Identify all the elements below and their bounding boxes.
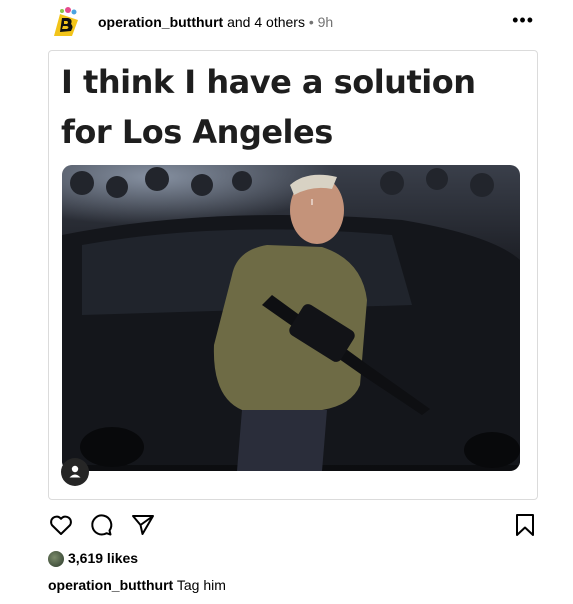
meme-photo (62, 165, 520, 471)
likes-count[interactable]: 3,619 likes (68, 550, 138, 566)
heart-icon[interactable] (48, 512, 74, 538)
meme-line-2: for Los Angeles (61, 113, 333, 151)
bookmark-icon[interactable] (512, 512, 538, 538)
caption-text: Tag him (176, 577, 226, 593)
tagged-people-button[interactable] (61, 458, 89, 486)
caption-username[interactable]: operation_butthurt (48, 577, 173, 593)
post-header: operation_butthurt and 4 others • 9h ••• (48, 0, 538, 44)
separator-dot: • (308, 14, 314, 30)
comment-icon[interactable] (88, 512, 114, 538)
author-username[interactable]: operation_butthurt (98, 14, 223, 30)
post-caption: operation_butthurt Tag him (48, 577, 226, 593)
post-time: 9h (317, 14, 334, 30)
liker-avatar (48, 551, 64, 567)
action-bar (48, 512, 538, 538)
person-icon (69, 465, 81, 478)
header-text: operation_butthurt and 4 others • 9h (98, 14, 333, 30)
send-icon[interactable] (130, 512, 156, 538)
b-logo-avatar-icon[interactable] (48, 6, 84, 38)
post-media[interactable]: I think I have a solution for Los Angele… (48, 50, 538, 500)
meme-line-1: I think I have a solution (61, 63, 476, 101)
coauthors-link[interactable]: and 4 others (227, 14, 305, 30)
meme-caption: I think I have a solution for Los Angele… (61, 57, 531, 157)
more-options-icon[interactable]: ••• (512, 10, 534, 31)
